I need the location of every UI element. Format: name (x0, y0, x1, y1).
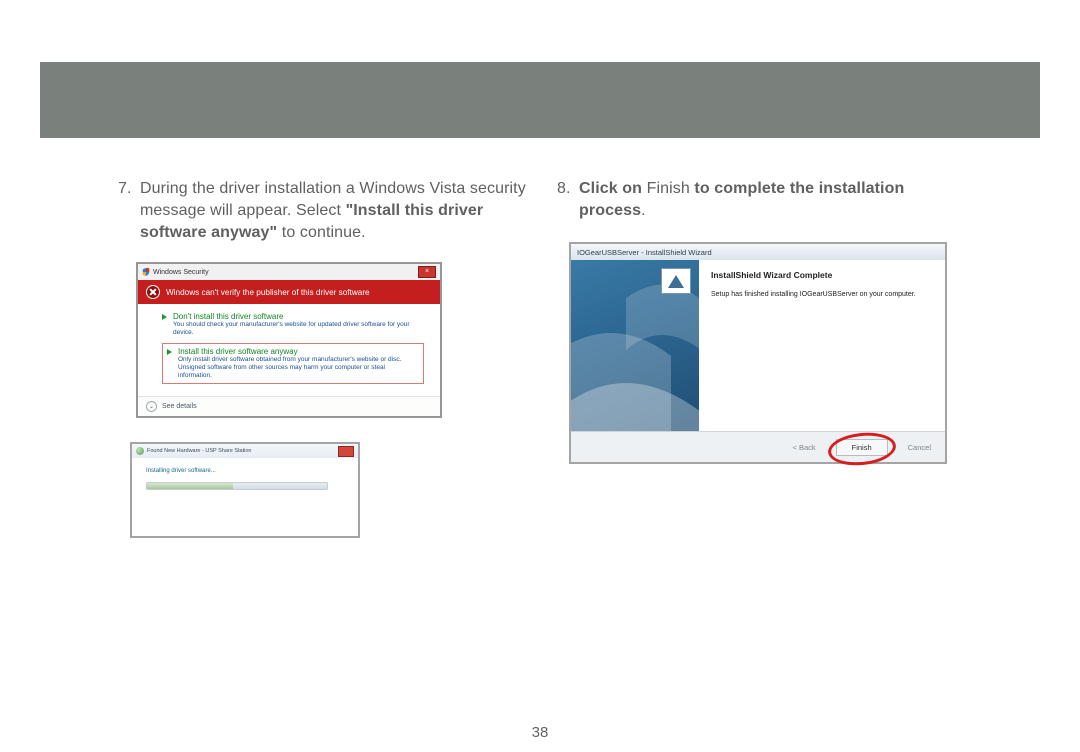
step7-post: to continue. (277, 224, 365, 241)
chevron-down-icon: ⌄ (146, 401, 157, 412)
titlebar-text: Found New Hardware - USP Share Station (147, 448, 251, 454)
hardware-icon (136, 447, 144, 455)
step8-plain: Finish (647, 180, 695, 197)
titlebar: Windows Security × (138, 264, 440, 280)
wizard-logo-icon (661, 268, 691, 294)
step-text: During the driver installation a Windows… (140, 178, 527, 244)
option1-title: Don't install this driver software (173, 312, 283, 321)
arrow-icon (167, 349, 172, 355)
page-number: 38 (0, 724, 1080, 741)
option2-desc: Only install driver software obtained fr… (167, 356, 419, 380)
wizard-heading: InstallShield Wizard Complete (711, 270, 933, 280)
status-label: Installing driver software... (146, 468, 344, 474)
header-bar (40, 62, 1040, 138)
finish-button: Finish (836, 439, 888, 456)
close-icon: × (418, 266, 436, 278)
titlebar-text: IOGearUSBServer - InstallShield Wizard (577, 248, 712, 257)
titlebar: Found New Hardware - USP Share Station (132, 444, 358, 458)
warning-text: Windows can't verify the publisher of th… (166, 288, 370, 297)
step-text: Click on Finish to complete the installa… (579, 178, 966, 222)
close-icon (338, 446, 354, 457)
warning-banner: Windows can't verify the publisher of th… (138, 280, 440, 304)
arrow-icon (162, 314, 167, 320)
see-details-row: ⌄ See details (138, 396, 440, 416)
cancel-button: Cancel (908, 443, 931, 452)
security-dialog-screenshot: Windows Security × Windows can't verify … (136, 262, 442, 418)
back-button: < Back (793, 443, 816, 452)
error-icon (146, 285, 160, 299)
progress-bar (146, 482, 328, 490)
step8-b1: Click on (579, 180, 647, 197)
step-number: 8. (557, 178, 579, 222)
step-number: 7. (118, 178, 140, 244)
shield-icon (142, 268, 150, 276)
titlebar-text: Windows Security (153, 269, 209, 276)
option1-desc: You should check your manufacturer's web… (162, 321, 424, 337)
option-dont-install: Don't install this driver software You s… (162, 312, 424, 337)
titlebar: IOGearUSBServer - InstallShield Wizard (571, 244, 945, 260)
wizard-artwork (571, 260, 699, 431)
installshield-screenshot: IOGearUSBServer - InstallShield Wizard I… (569, 242, 947, 464)
step8-post: . (641, 202, 646, 219)
option2-title: Install this driver software anyway (178, 347, 298, 356)
see-details-label: See details (162, 403, 197, 410)
step-8: 8. Click on Finish to complete the insta… (557, 178, 966, 222)
finish-highlight: Finish (828, 435, 896, 459)
found-hardware-screenshot: Found New Hardware - USP Share Station I… (130, 442, 360, 538)
wizard-desc: Setup has finished installing IOGearUSBS… (711, 290, 933, 300)
step-7: 7. During the driver installation a Wind… (118, 178, 527, 244)
option-install-anyway: Install this driver software anyway Only… (162, 343, 424, 384)
